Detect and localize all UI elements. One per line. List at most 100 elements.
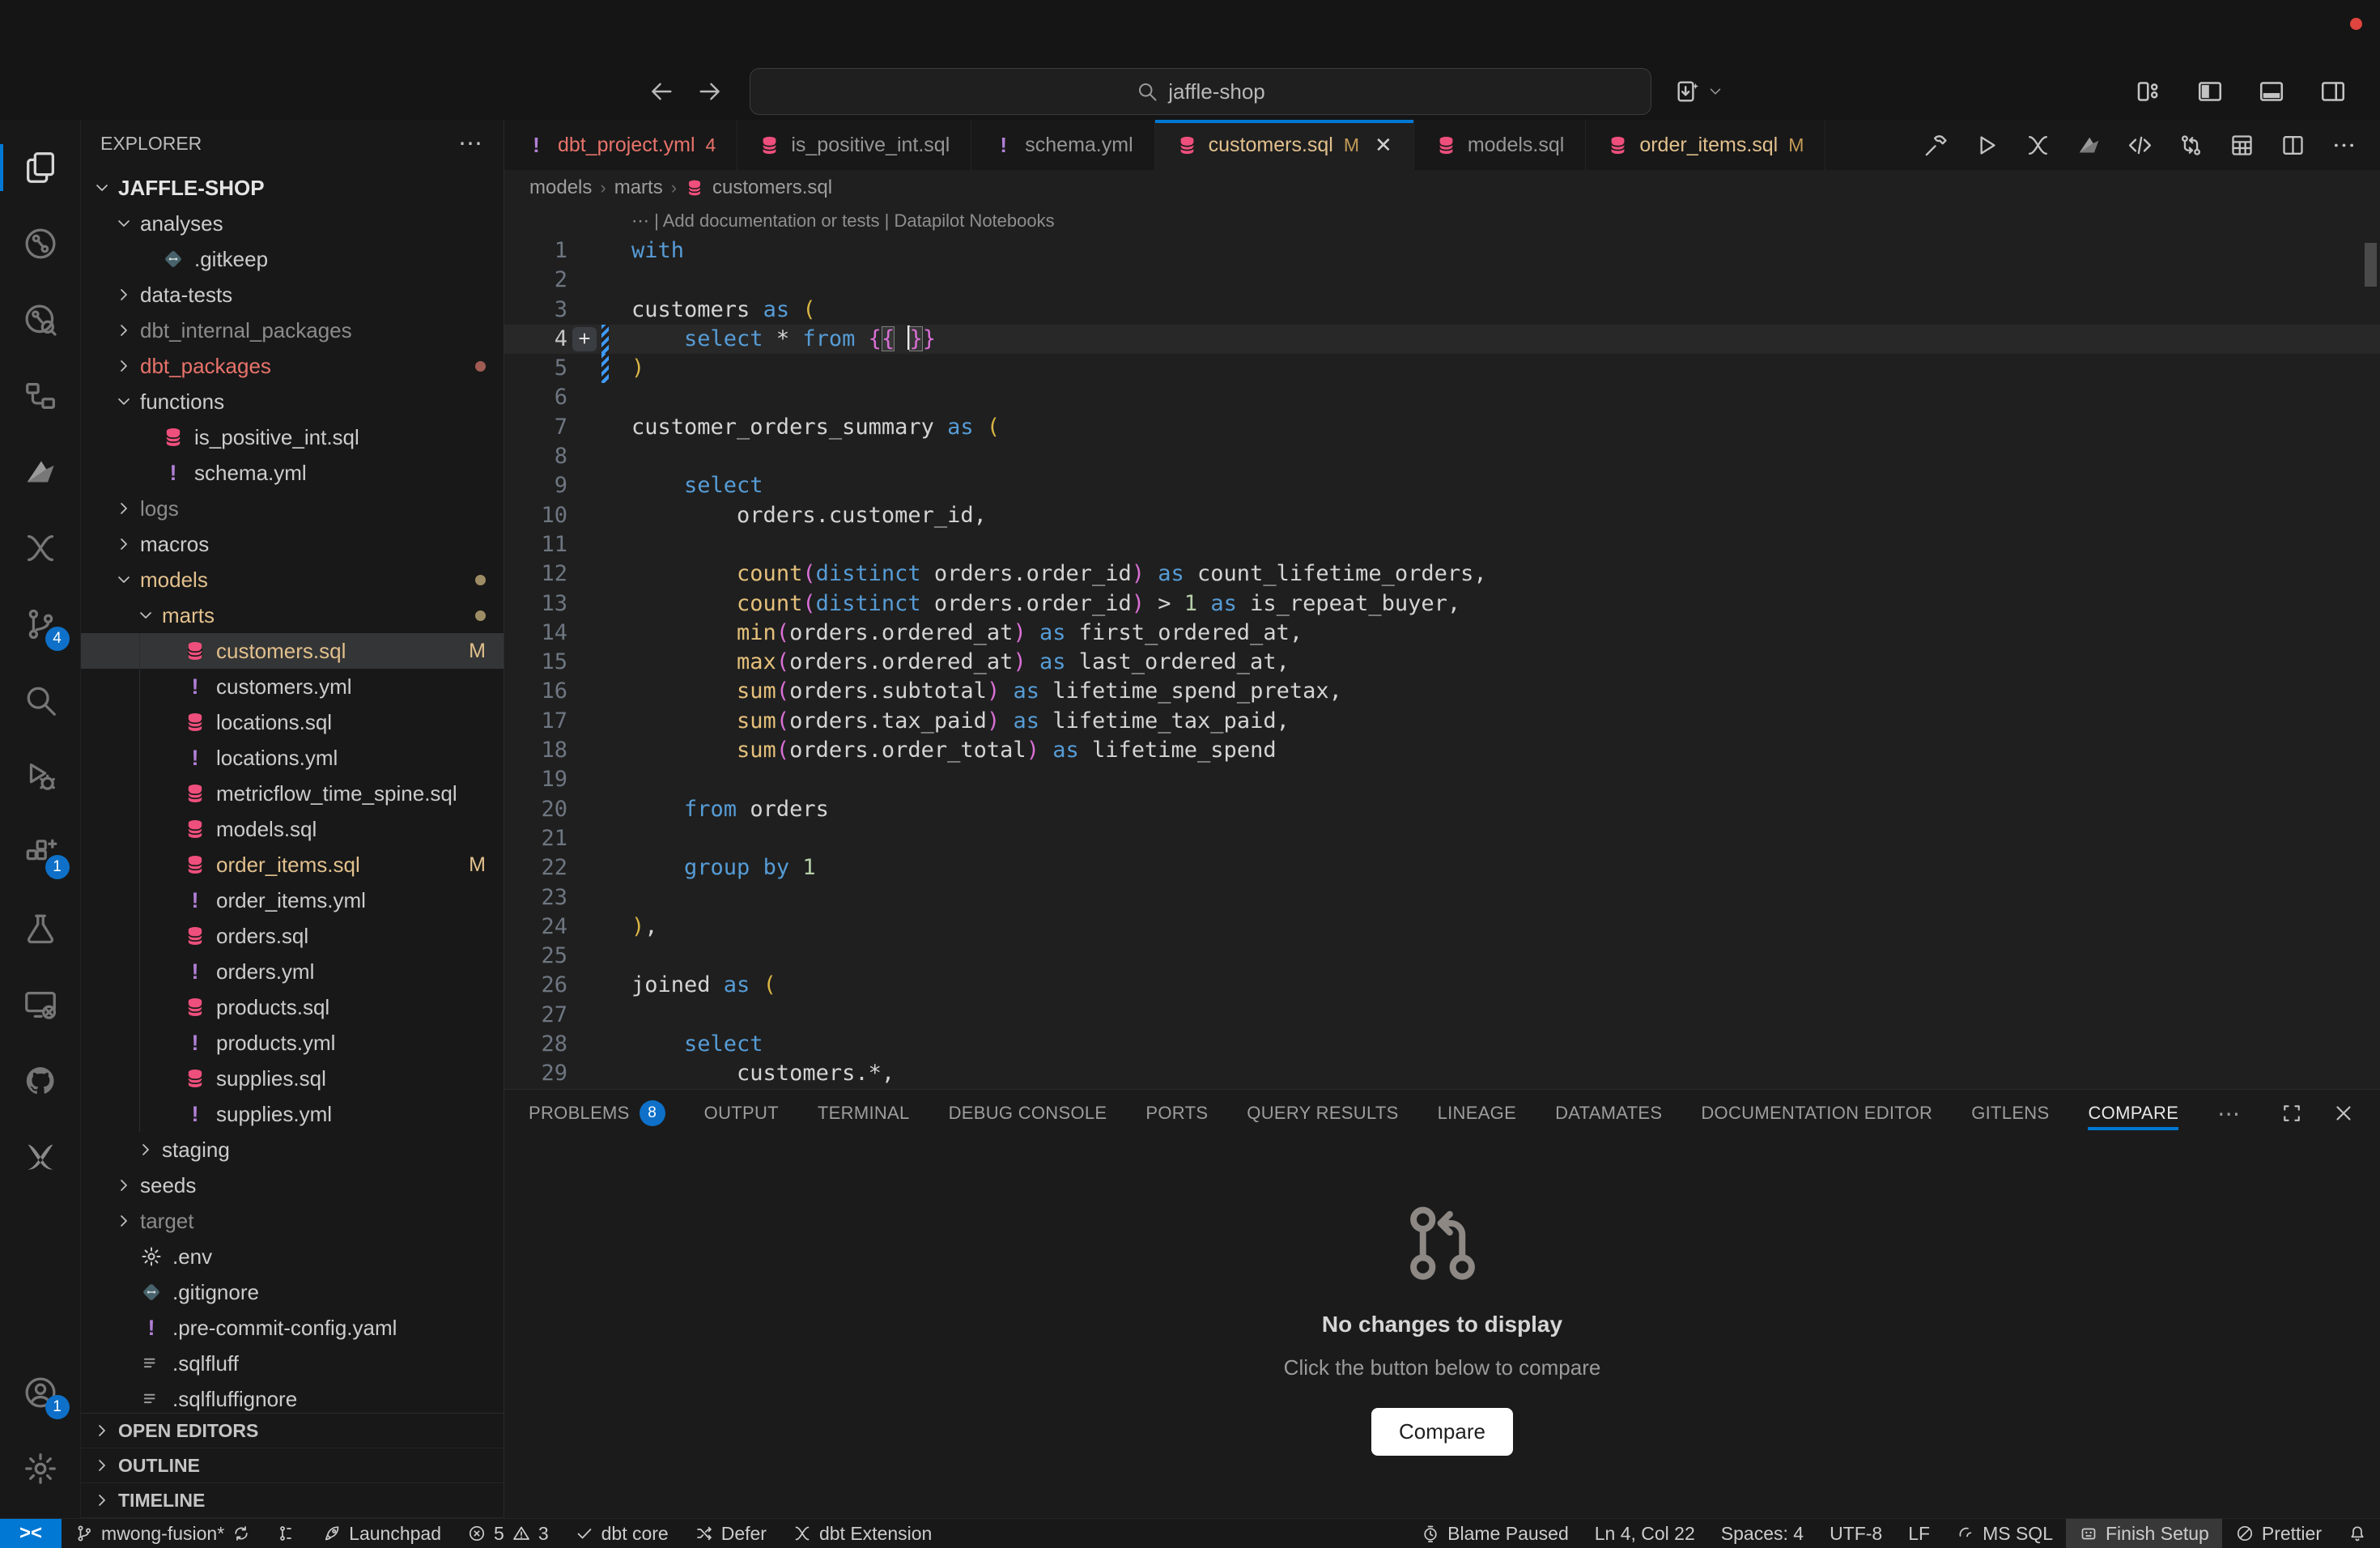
- code-line-8[interactable]: 8: [504, 442, 2380, 471]
- code-line-26[interactable]: 26joined as (: [504, 971, 2380, 1000]
- tree-item--env[interactable]: .env: [81, 1239, 504, 1274]
- build-hammer-icon[interactable]: [1923, 132, 1949, 159]
- more-actions-icon[interactable]: [2331, 132, 2357, 159]
- activity-bar-item-settings[interactable]: [0, 1431, 81, 1507]
- panel-tab-compare[interactable]: COMPARE: [2088, 1090, 2178, 1137]
- activity-bar-item-dbt-actions[interactable]: [0, 1119, 81, 1195]
- tab-models-sql[interactable]: models.sql: [1414, 120, 1587, 170]
- tree-item-marts[interactable]: marts: [81, 598, 504, 633]
- status-launchpad[interactable]: Launchpad: [309, 1519, 454, 1548]
- tree-item-customers-yml[interactable]: !customers.yml: [81, 669, 504, 704]
- status-commit-graph[interactable]: [264, 1519, 309, 1548]
- tree-item-metricflow-time-spine-sql[interactable]: metricflow_time_spine.sql: [81, 776, 504, 811]
- activity-bar-item-accounts[interactable]: 1: [0, 1354, 81, 1431]
- editor-scrollbar[interactable]: [2365, 243, 2377, 287]
- tree-item-seeds[interactable]: seeds: [81, 1167, 504, 1203]
- tree-item-orders-yml[interactable]: !orders.yml: [81, 954, 504, 989]
- explorer-more-actions-icon[interactable]: ⋯: [458, 130, 484, 158]
- status-blame[interactable]: Blame Paused: [1408, 1519, 1582, 1548]
- tree-item-order-items-sql[interactable]: order_items.sqlM: [81, 847, 504, 882]
- code-line-2[interactable]: 2: [504, 266, 2380, 295]
- status-problems[interactable]: 53: [454, 1519, 562, 1548]
- tab-is-positive-int-sql[interactable]: is_positive_int.sql: [737, 120, 971, 170]
- panel-tab-output[interactable]: OUTPUT: [704, 1090, 779, 1137]
- tree-item-dbt-internal-packages[interactable]: dbt_internal_packages: [81, 313, 504, 348]
- code-line-20[interactable]: 20 from orders: [504, 795, 2380, 824]
- tree-item-models[interactable]: models: [81, 562, 504, 598]
- code-line-10[interactable]: 10 orders.customer_id,: [504, 501, 2380, 530]
- code-line-23[interactable]: 23: [504, 883, 2380, 912]
- activity-bar-item-extensions[interactable]: 1: [0, 814, 81, 891]
- git-modified-gutter[interactable]: [601, 354, 609, 383]
- code-line-13[interactable]: 13 count(distinct orders.order_id) > 1 a…: [504, 589, 2380, 619]
- tree-item-functions[interactable]: functions: [81, 384, 504, 419]
- tree-item--gitignore[interactable]: .gitignore: [81, 1274, 504, 1310]
- command-center-search[interactable]: jaffle-shop: [750, 68, 1651, 115]
- code-line-15[interactable]: 15 max(orders.ordered_at) as last_ordere…: [504, 648, 2380, 677]
- status-defer[interactable]: Defer: [682, 1519, 780, 1548]
- tree-item-models-sql[interactable]: models.sql: [81, 811, 504, 847]
- code-editor[interactable]: ⋯ | Add documentation or tests | Datapil…: [504, 206, 2380, 1089]
- panel-tab-ports[interactable]: PORTS: [1145, 1090, 1208, 1137]
- activity-bar-item-lineage[interactable]: [0, 206, 81, 282]
- panel-more-tabs-icon[interactable]: ⋯: [2217, 1100, 2240, 1127]
- code-line-12[interactable]: 12 count(distinct orders.order_id) as co…: [504, 559, 2380, 589]
- status-remote[interactable]: ><: [0, 1519, 62, 1548]
- panel-tab-gitlens[interactable]: GITLENS: [1971, 1090, 2049, 1137]
- status-dbt-core[interactable]: dbt core: [562, 1519, 682, 1548]
- code-line-21[interactable]: 21: [504, 824, 2380, 853]
- sidebar-section-open-editors[interactable]: OPEN EDITORS: [81, 1414, 504, 1448]
- add-comment-plus-button[interactable]: +: [572, 327, 597, 351]
- toggle-primary-sidebar-icon[interactable]: [2195, 77, 2225, 106]
- git-compare-icon[interactable]: [2178, 132, 2204, 159]
- status-indentation[interactable]: Spaces: 4: [1708, 1519, 1817, 1548]
- tree-item-orders-sql[interactable]: orders.sql: [81, 918, 504, 954]
- maximize-panel-icon[interactable]: [2280, 1101, 2304, 1125]
- tree-item--sqlfluffignore[interactable]: .sqlfluffignore: [81, 1381, 504, 1413]
- sidebar-section-outline[interactable]: OUTLINE: [81, 1448, 504, 1483]
- tree-item--sqlfluff[interactable]: .sqlfluff: [81, 1346, 504, 1381]
- panel-tab-lineage[interactable]: LINEAGE: [1438, 1090, 1516, 1137]
- git-modified-gutter[interactable]: [601, 325, 609, 354]
- tree-item-logs[interactable]: logs: [81, 491, 504, 526]
- tree-item-schema-yml[interactable]: !schema.yml: [81, 455, 504, 491]
- code-line-25[interactable]: 25: [504, 942, 2380, 971]
- code-line-6[interactable]: 6: [504, 383, 2380, 412]
- code-line-28[interactable]: 28 select: [504, 1030, 2380, 1059]
- panel-tab-documentation-editor[interactable]: DOCUMENTATION EDITOR: [1701, 1090, 1932, 1137]
- activity-bar-item-search[interactable]: [0, 662, 81, 738]
- tab-schema-yml[interactable]: !schema.yml: [971, 120, 1154, 170]
- status-dbt-extension[interactable]: dbt Extension: [780, 1519, 945, 1548]
- compare-button[interactable]: Compare: [1371, 1408, 1513, 1456]
- tree-item-is-positive-int-sql[interactable]: is_positive_int.sql: [81, 419, 504, 455]
- close-tab-icon[interactable]: ✕: [1375, 133, 1392, 158]
- split-editor-icon[interactable]: [2280, 132, 2306, 159]
- tree-item-products-yml[interactable]: !products.yml: [81, 1025, 504, 1061]
- tree-item--pre-commit-config-yaml[interactable]: !.pre-commit-config.yaml: [81, 1310, 504, 1346]
- breadcrumb-item-models[interactable]: models: [529, 176, 592, 199]
- code-line-7[interactable]: 7customer_orders_summary as (: [504, 413, 2380, 442]
- back-arrow-icon[interactable]: [648, 78, 675, 105]
- status-cursor-position[interactable]: Ln 4, Col 22: [1582, 1519, 1708, 1548]
- activity-bar-item-testing[interactable]: [0, 891, 81, 967]
- code-line-29[interactable]: 29 customers.*,: [504, 1059, 2380, 1088]
- activity-bar-item-run-debug[interactable]: [0, 738, 81, 814]
- code-line-18[interactable]: 18 sum(orders.order_total) as lifetime_s…: [504, 736, 2380, 765]
- code-line-1[interactable]: 1with: [504, 236, 2380, 266]
- status-branch[interactable]: mwong-fusion*: [62, 1519, 264, 1548]
- breadcrumb-item-customers-sql[interactable]: customers.sql: [712, 176, 832, 199]
- code-line-27[interactable]: 27: [504, 1001, 2380, 1030]
- customize-layout-icon[interactable]: [2134, 77, 2163, 106]
- query-table-icon[interactable]: [2229, 132, 2255, 159]
- tab-dbt-project-yml[interactable]: !dbt_project.yml4: [504, 120, 737, 170]
- activity-bar-item-query-explorer[interactable]: [0, 282, 81, 358]
- tree-item-dbt-packages[interactable]: dbt_packages: [81, 348, 504, 384]
- tree-item-customers-sql[interactable]: customers.sqlM: [81, 633, 504, 669]
- code-line-5[interactable]: 5): [504, 354, 2380, 383]
- activity-bar-item-dbt-power-user[interactable]: [0, 510, 81, 586]
- share-layout-dropdown[interactable]: [1674, 68, 1724, 115]
- breadcrumb-item-marts[interactable]: marts: [614, 176, 663, 199]
- close-panel-icon[interactable]: [2331, 1101, 2356, 1125]
- tab-customers-sql[interactable]: customers.sqlM✕: [1155, 120, 1414, 170]
- activity-bar-item-github[interactable]: [0, 1043, 81, 1119]
